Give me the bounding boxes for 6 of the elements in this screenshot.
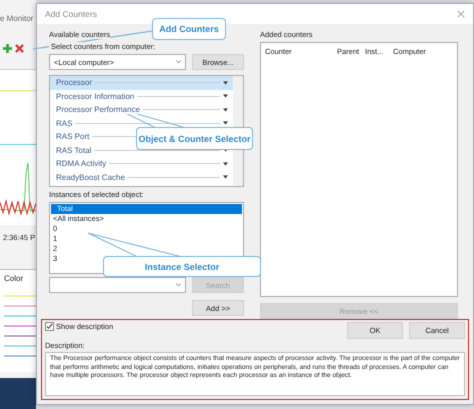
window-title: e Monitor (0, 14, 34, 23)
callout-tooltip: Add Counters (152, 18, 226, 40)
column-header: Color (0, 269, 36, 292)
callout-tooltip: Object & Counter Selector (136, 127, 253, 150)
callout-tooltip: Instance Selector (103, 256, 261, 277)
dialog-title: Add Counters (45, 9, 97, 19)
